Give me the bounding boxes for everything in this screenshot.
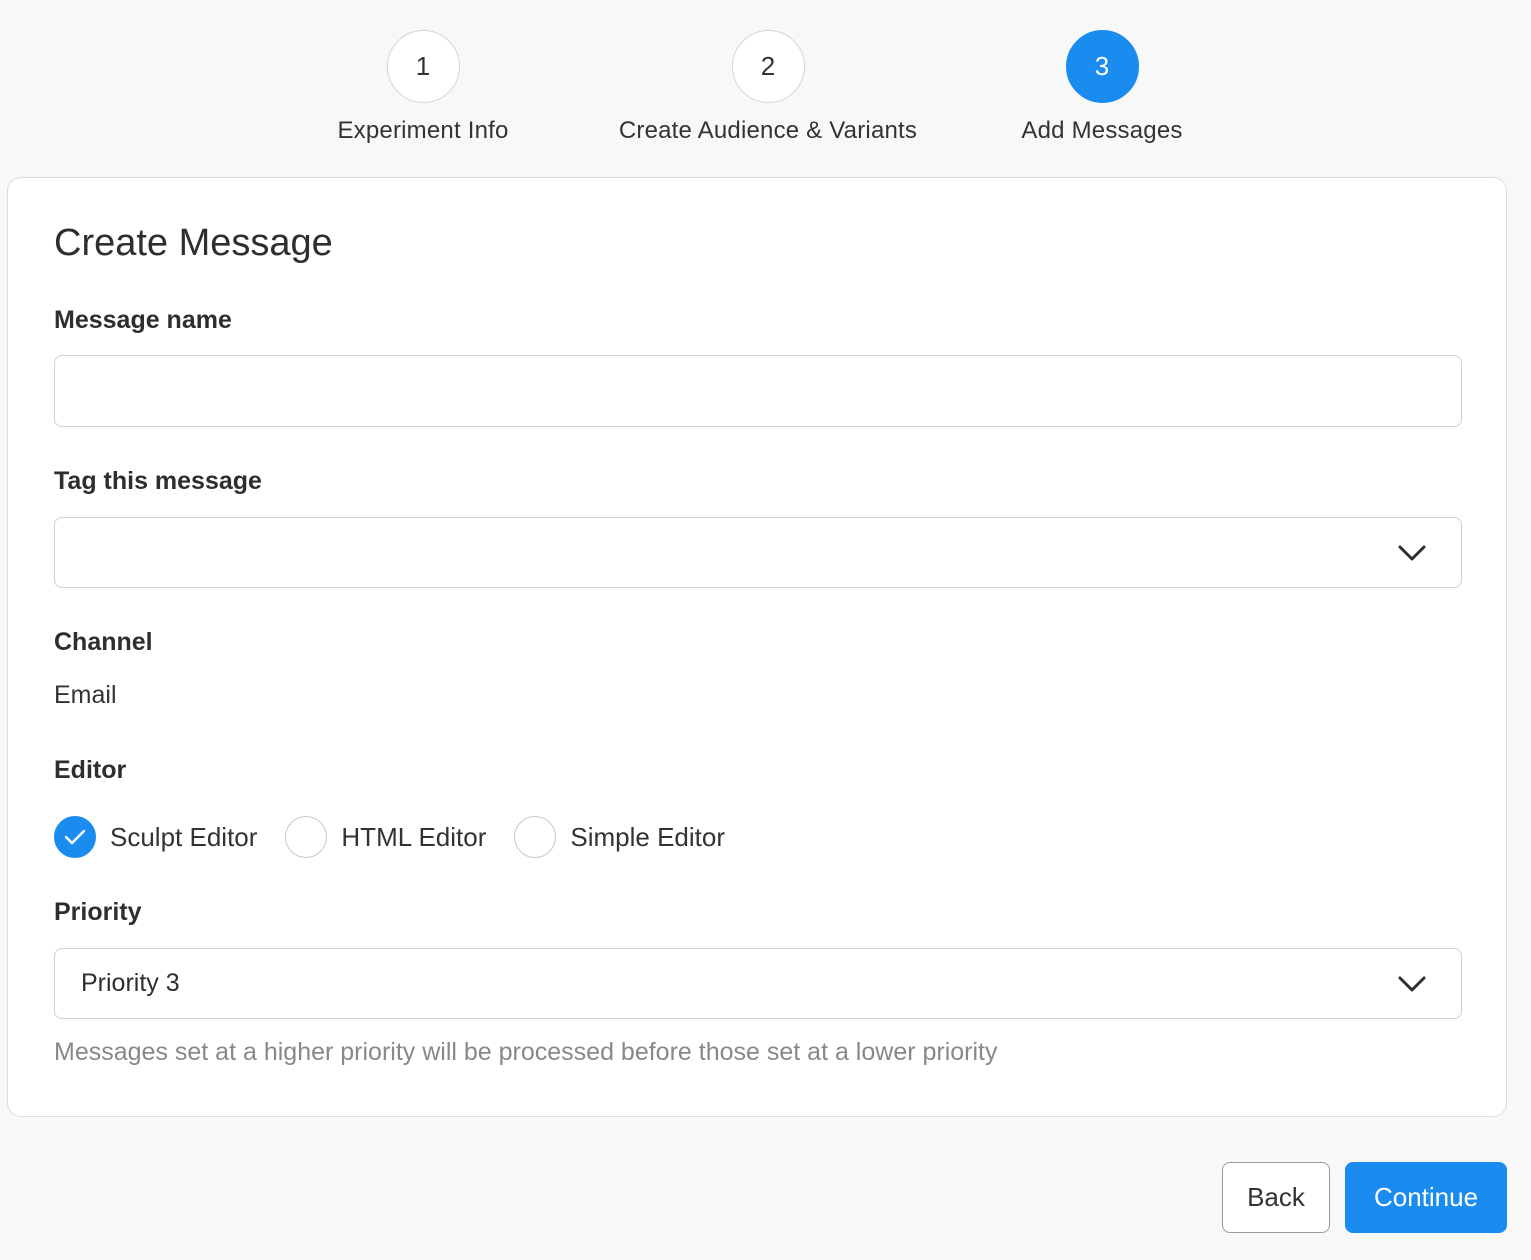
continue-button[interactable]: Continue [1345, 1162, 1507, 1233]
radio-label: Simple Editor [570, 821, 725, 852]
step-number-badge-active: 3 [1065, 30, 1139, 103]
editor-option-simple[interactable]: Simple Editor [514, 816, 725, 858]
priority-label: Priority [54, 898, 142, 926]
chevron-down-icon [1398, 976, 1426, 991]
page-title: Create Message [54, 222, 333, 264]
step-experiment-info[interactable]: 1 Experiment Info [223, 30, 623, 145]
step-label: Add Messages [1021, 117, 1183, 144]
progress-stepper: 1 Experiment Info 2 Create Audience & Va… [0, 30, 1531, 160]
priority-select-value: Priority 3 [81, 969, 180, 997]
chevron-down-icon [1398, 545, 1426, 560]
step-number-badge: 2 [731, 30, 805, 103]
radio-checked[interactable] [54, 816, 96, 858]
channel-label: Channel [54, 628, 153, 656]
radio-unchecked[interactable] [285, 816, 328, 858]
channel-value: Email [54, 681, 117, 709]
create-message-card: Create Message Message name Tag this mes… [7, 177, 1507, 1117]
message-name-input[interactable] [54, 355, 1462, 427]
radio-label: Sculpt Editor [110, 821, 258, 852]
editor-label: Editor [54, 756, 127, 784]
radio-label: HTML Editor [341, 821, 487, 852]
step-add-messages[interactable]: 3 Add Messages [902, 30, 1302, 145]
step-label: Experiment Info [337, 117, 509, 144]
step-label: Create Audience & Variants [618, 117, 918, 144]
back-button[interactable]: Back [1222, 1162, 1330, 1233]
priority-helper-text: Messages set at a higher priority will b… [54, 1038, 998, 1066]
tag-select[interactable] [54, 517, 1462, 588]
tag-message-label: Tag this message [54, 467, 262, 495]
editor-option-html[interactable]: HTML Editor [285, 816, 486, 858]
step-number-badge: 1 [386, 30, 460, 103]
priority-select[interactable]: Priority 3 [54, 948, 1462, 1019]
editor-radio-group: Sculpt Editor HTML Editor Simple Editor [54, 816, 753, 858]
checkmark-icon [64, 829, 86, 845]
message-name-label: Message name [54, 306, 232, 334]
radio-unchecked[interactable] [514, 816, 557, 858]
editor-option-sculpt[interactable]: Sculpt Editor [54, 816, 257, 858]
